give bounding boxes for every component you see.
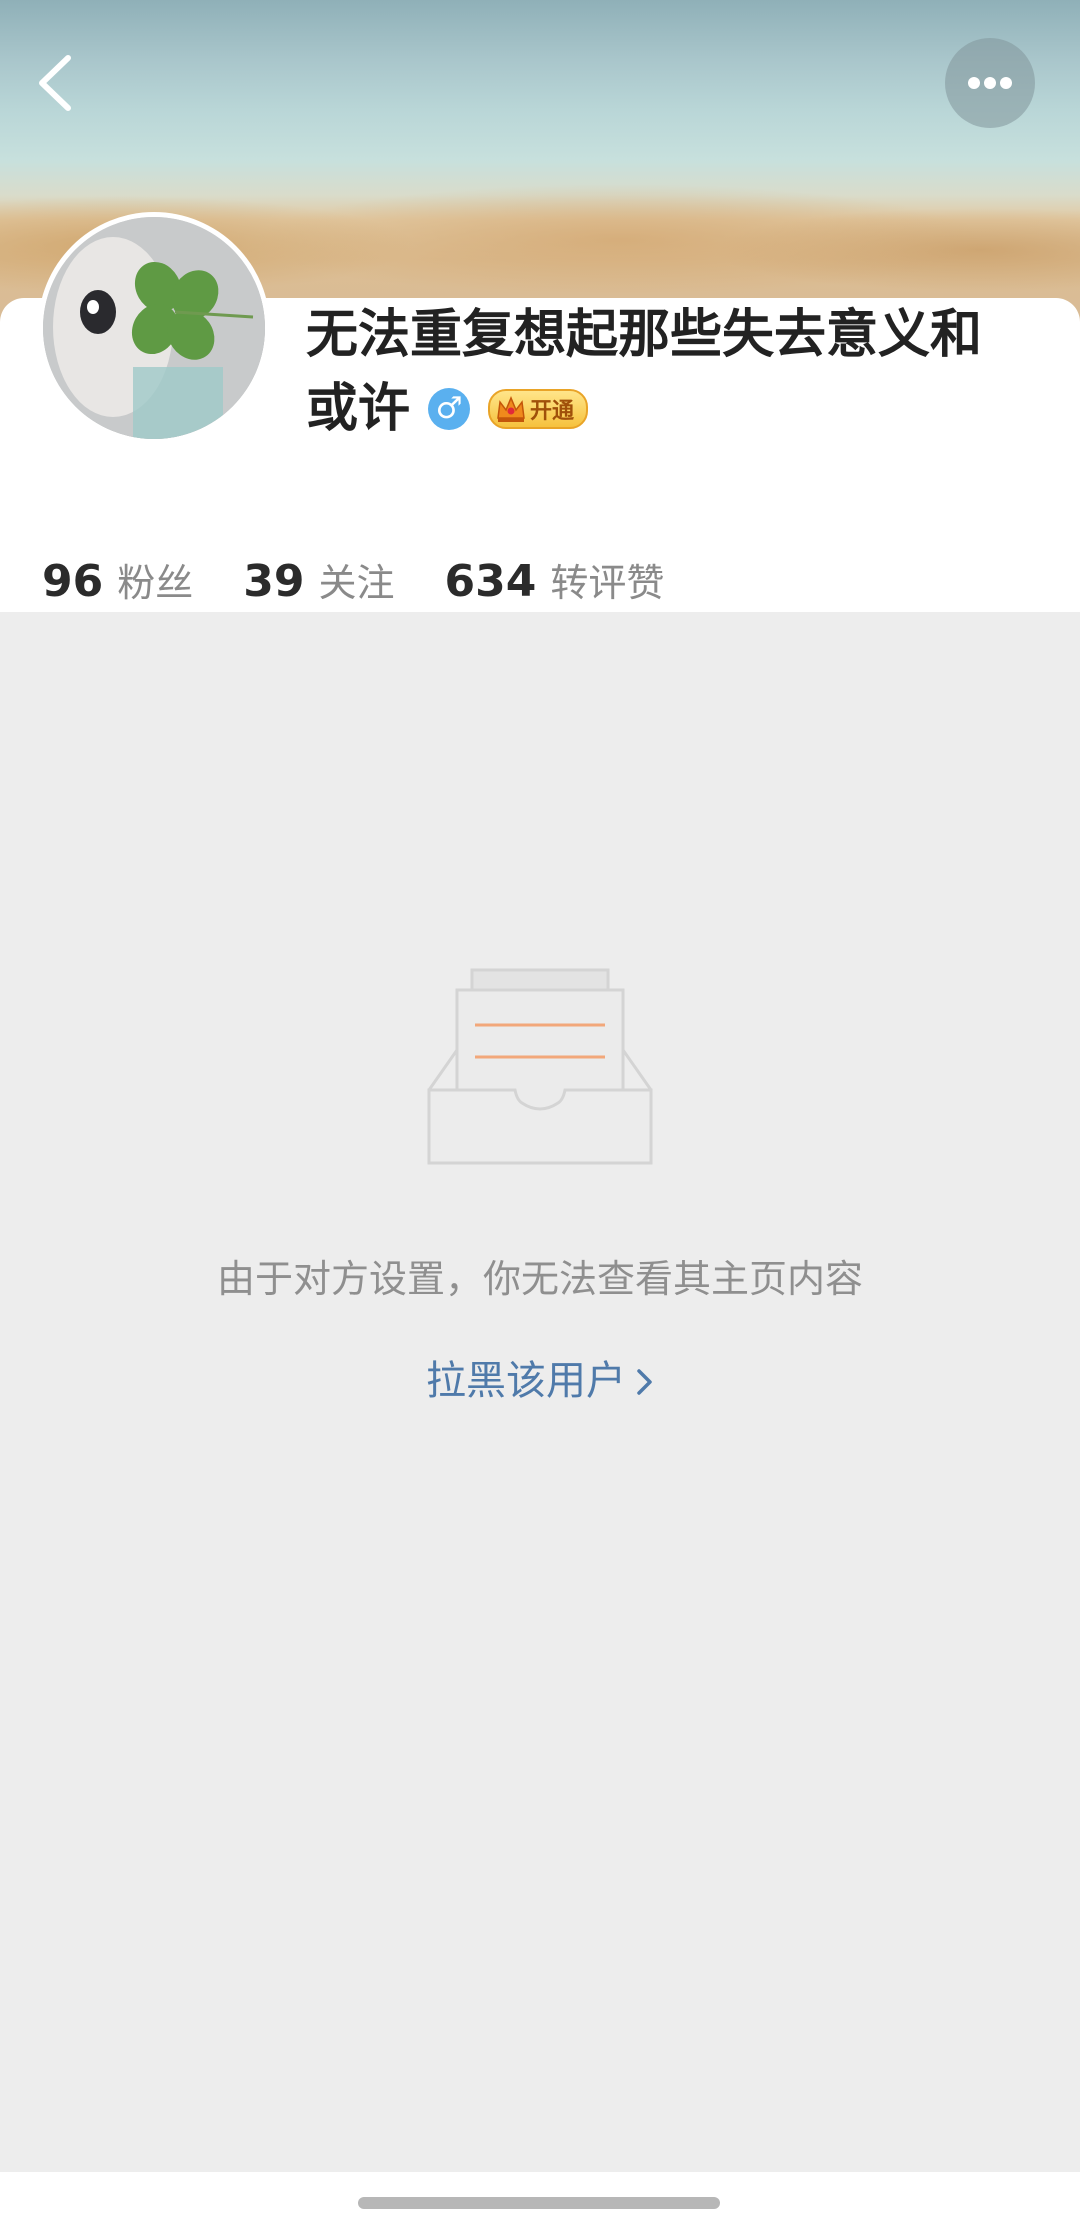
vip-open-badge[interactable]: 开通	[488, 389, 589, 429]
stat-label: 转评赞	[550, 561, 665, 605]
stat-label: 关注	[318, 561, 395, 605]
empty-state-message: 由于对方设置，你无法查看其主页内容	[216, 1257, 863, 1301]
nickname-row: 或许 ♂ 开通	[306, 374, 589, 444]
stat-following[interactable]: 39 关注	[243, 552, 394, 607]
stat-value: 96	[42, 556, 104, 607]
stat-value: 39	[243, 556, 305, 607]
stat-label: 粉丝	[117, 561, 194, 605]
block-user-label: 拉黑该用户	[426, 1358, 626, 1404]
stat-value: 634	[444, 556, 537, 607]
nickname-line2: 或许	[306, 379, 411, 439]
male-icon: ♂	[428, 388, 471, 430]
stat-interactions[interactable]: 634 转评赞	[445, 552, 665, 607]
avatar[interactable]	[38, 212, 270, 444]
chevron-right-icon	[637, 1369, 652, 1395]
profile-stats: 96 粉丝 39 关注 634 转评赞	[42, 552, 714, 612]
chevron-left-icon	[39, 55, 71, 111]
block-user-row: 拉黑该用户	[0, 1348, 1080, 1406]
avatar-image	[43, 217, 265, 439]
block-user-link[interactable]: 拉黑该用户	[426, 1358, 654, 1404]
back-button[interactable]	[28, 48, 88, 118]
crown-icon	[497, 396, 525, 422]
stat-followers[interactable]: 96 粉丝	[42, 552, 193, 607]
more-dots-icon	[968, 77, 1012, 89]
vip-open-label: 开通	[530, 399, 575, 424]
nickname-line1: 无法重复想起那些失去意义和	[306, 305, 983, 365]
empty-inbox-icon	[427, 968, 653, 1165]
more-button[interactable]	[945, 38, 1035, 128]
home-indicator[interactable]	[358, 2197, 720, 2209]
